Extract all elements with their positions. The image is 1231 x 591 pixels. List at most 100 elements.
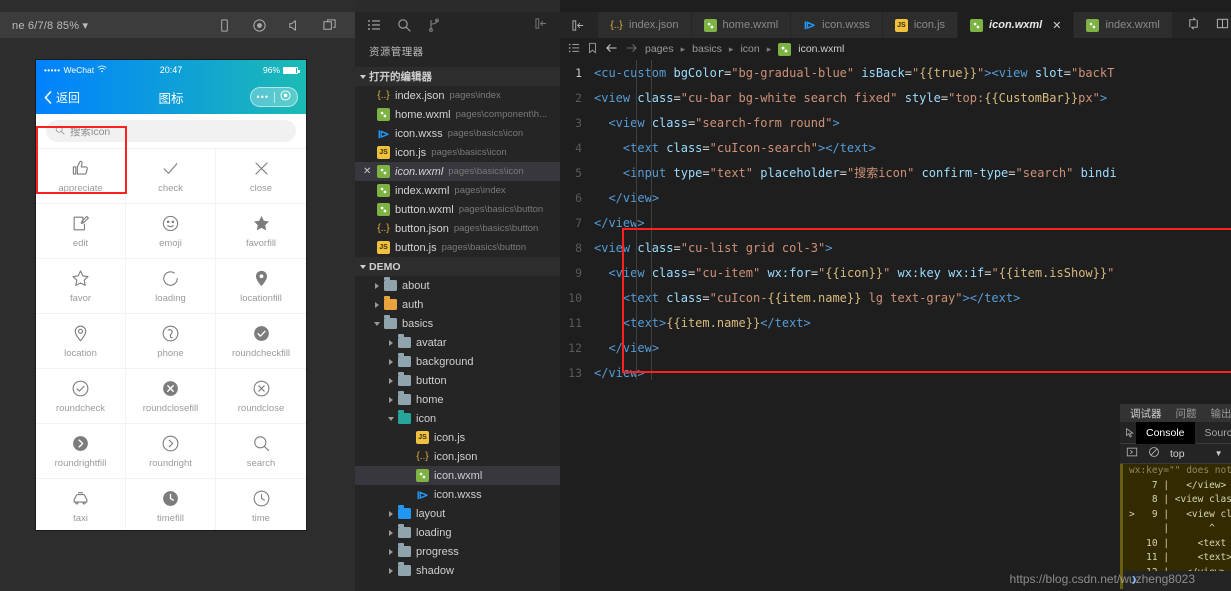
chevron-right-icon[interactable]: [389, 510, 393, 517]
code-line[interactable]: 1 <cu-custom bgColor="bg-gradual-blue" is…: [560, 60, 1231, 85]
chevron-right-icon[interactable]: [389, 377, 393, 384]
tree-item-icon.wxml[interactable]: icon.wxml: [355, 466, 560, 485]
icon-grid-item-favorfill[interactable]: favorfill: [216, 204, 306, 259]
editor-tab-index.json[interactable]: {..} index.json: [598, 12, 692, 38]
devtools-header-tab-output[interactable]: 输出: [1211, 406, 1231, 421]
tree-item-icon[interactable]: icon: [355, 409, 560, 428]
close-icon[interactable]: ✕: [1052, 19, 1061, 32]
code-line[interactable]: 8 <view class="cu-list grid col-3">: [560, 235, 1231, 260]
icon-grid-item-taxi[interactable]: taxi: [36, 479, 126, 530]
icon-grid-item-roundcheckfill[interactable]: roundcheckfill: [216, 314, 306, 369]
icon-grid-item-location[interactable]: location: [36, 314, 126, 369]
code-line[interactable]: 2 <view class="cu-bar bg-white search fix…: [560, 85, 1231, 110]
open-editor-index.json[interactable]: {..} index.json pages\index: [355, 86, 560, 105]
close-icon[interactable]: ✕: [363, 166, 371, 177]
inspect-element-icon[interactable]: [1124, 427, 1136, 439]
explorer-list-icon[interactable]: [367, 18, 381, 32]
chevron-down-icon[interactable]: ▼: [1215, 449, 1223, 458]
breadcrumb-item-icon[interactable]: icon: [740, 43, 759, 55]
collapse-sidebar-icon[interactable]: [535, 17, 548, 33]
icon-grid-item-roundrightfill[interactable]: roundrightfill: [36, 424, 126, 479]
chevron-right-icon[interactable]: [389, 567, 393, 574]
open-editor-home.wxml[interactable]: home.wxml pages\component\h...: [355, 105, 560, 124]
tree-item-background[interactable]: background: [355, 352, 560, 371]
outline-icon[interactable]: [568, 42, 580, 57]
icon-grid-item-time[interactable]: time: [216, 479, 306, 530]
tree-item-icon.js[interactable]: JS icon.js: [355, 428, 560, 447]
capsule-menu[interactable]: •••: [249, 87, 298, 107]
forward-arrow-icon[interactable]: [625, 42, 638, 57]
tree-item-avatar[interactable]: avatar: [355, 333, 560, 352]
chevron-right-icon[interactable]: [389, 358, 393, 365]
source-control-icon[interactable]: [427, 18, 441, 32]
editor-tab-home.wxml[interactable]: home.wxml: [691, 12, 792, 38]
tree-item-layout[interactable]: layout: [355, 504, 560, 523]
icon-grid-item-phone[interactable]: phone: [126, 314, 216, 369]
editor-tab-index.wxml[interactable]: index.wxml: [1074, 12, 1173, 38]
tree-item-button[interactable]: button: [355, 371, 560, 390]
toggle-sidebar-icon[interactable]: [560, 12, 598, 38]
search-icon[interactable]: [397, 18, 411, 32]
code-line[interactable]: 12 </view>: [560, 335, 1231, 360]
record-icon[interactable]: [252, 18, 267, 33]
open-editor-button.wxml[interactable]: button.wxml pages\basics\button: [355, 200, 560, 219]
chevron-right-icon[interactable]: [389, 339, 393, 346]
code-line[interactable]: 3 <view class="search-form round">: [560, 110, 1231, 135]
code-line[interactable]: 9 <view class="cu-item" wx:for="{{icon}}…: [560, 260, 1231, 285]
breadcrumb-file[interactable]: icon.wxml: [798, 43, 844, 55]
breadcrumb-item-pages[interactable]: pages: [645, 43, 674, 55]
project-header[interactable]: DEMO: [355, 257, 560, 276]
chevron-down-icon[interactable]: [374, 321, 380, 326]
devtools-header-tab-problems[interactable]: 问题: [1176, 406, 1197, 421]
phone-icon[interactable]: [217, 18, 232, 33]
icon-grid-item-edit[interactable]: edit: [36, 204, 126, 259]
phone-simulator[interactable]: ••••• WeChat 20:47 96% 返回 图标 ••• 搜索icon …: [36, 60, 306, 530]
tree-item-icon.wxss[interactable]: ⧐ icon.wxss: [355, 485, 560, 504]
tree-item-basics[interactable]: basics: [355, 314, 560, 333]
window-icon[interactable]: [322, 18, 337, 33]
tree-item-about[interactable]: about: [355, 276, 560, 295]
breadcrumb-item-basics[interactable]: basics: [692, 43, 722, 55]
chevron-right-icon[interactable]: [389, 529, 393, 536]
tree-item-auth[interactable]: auth: [355, 295, 560, 314]
code-line[interactable]: 13 </view>: [560, 360, 1231, 380]
device-selector[interactable]: ne 6/7/8 85% ▾: [0, 19, 88, 32]
console-execute-icon[interactable]: [1126, 446, 1138, 461]
code-content[interactable]: 1 <cu-custom bgColor="bg-gradual-blue" is…: [560, 60, 1231, 380]
icon-grid-item-roundclose[interactable]: roundclose: [216, 369, 306, 424]
open-editor-icon.js[interactable]: JS icon.js pages\basics\icon: [355, 143, 560, 162]
devtools-header-tab-debugger[interactable]: 调试器: [1130, 406, 1162, 421]
editor-tab-icon.js[interactable]: JS icon.js: [882, 12, 959, 38]
devtools-tab-console[interactable]: Console: [1136, 421, 1195, 444]
open-editor-button.js[interactable]: JS button.js pages\basics\button: [355, 238, 560, 257]
tree-item-shadow[interactable]: shadow: [355, 561, 560, 580]
chevron-right-icon[interactable]: [389, 396, 393, 403]
code-line[interactable]: 11 <text>{{item.name}}</text>: [560, 310, 1231, 335]
clear-console-icon[interactable]: [1148, 446, 1160, 461]
tree-item-loading[interactable]: loading: [355, 523, 560, 542]
split-sync-icon[interactable]: [1187, 17, 1200, 33]
code-line[interactable]: 4 <text class="cuIcon-search"></text>: [560, 135, 1231, 160]
icon-grid-item-roundright[interactable]: roundright: [126, 424, 216, 479]
chevron-right-icon[interactable]: [375, 301, 379, 308]
icon-grid-item-favor[interactable]: favor: [36, 259, 126, 314]
volume-icon[interactable]: [287, 18, 302, 33]
chevron-right-icon[interactable]: [375, 282, 379, 289]
icon-grid-item-locationfill[interactable]: locationfill: [216, 259, 306, 314]
back-arrow-icon[interactable]: [605, 42, 618, 57]
icon-grid-item-close[interactable]: close: [216, 149, 306, 204]
open-editor-button.json[interactable]: {..} button.json pages\basics\button: [355, 219, 560, 238]
code-line[interactable]: 10 <text class="cuIcon-{{item.name}} lg …: [560, 285, 1231, 310]
code-line[interactable]: 7 </view>: [560, 210, 1231, 235]
icon-grid-item-appreciate[interactable]: appreciate: [36, 149, 126, 204]
icon-grid-item-roundclosefill[interactable]: roundclosefill: [126, 369, 216, 424]
chevron-right-icon[interactable]: [389, 548, 393, 555]
tree-item-icon.json[interactable]: {..} icon.json: [355, 447, 560, 466]
editor-tab-icon.wxss[interactable]: ⧐ icon.wxss: [791, 12, 883, 38]
code-line[interactable]: 5 <input type="text" placeholder="搜索icon…: [560, 160, 1231, 185]
target-icon[interactable]: [280, 90, 291, 104]
editor-tab-icon.wxml[interactable]: icon.wxml ✕: [958, 12, 1075, 38]
open-editor-index.wxml[interactable]: index.wxml pages\index: [355, 181, 560, 200]
more-dots-icon[interactable]: •••: [257, 92, 269, 102]
icon-grid-item-check[interactable]: check: [126, 149, 216, 204]
